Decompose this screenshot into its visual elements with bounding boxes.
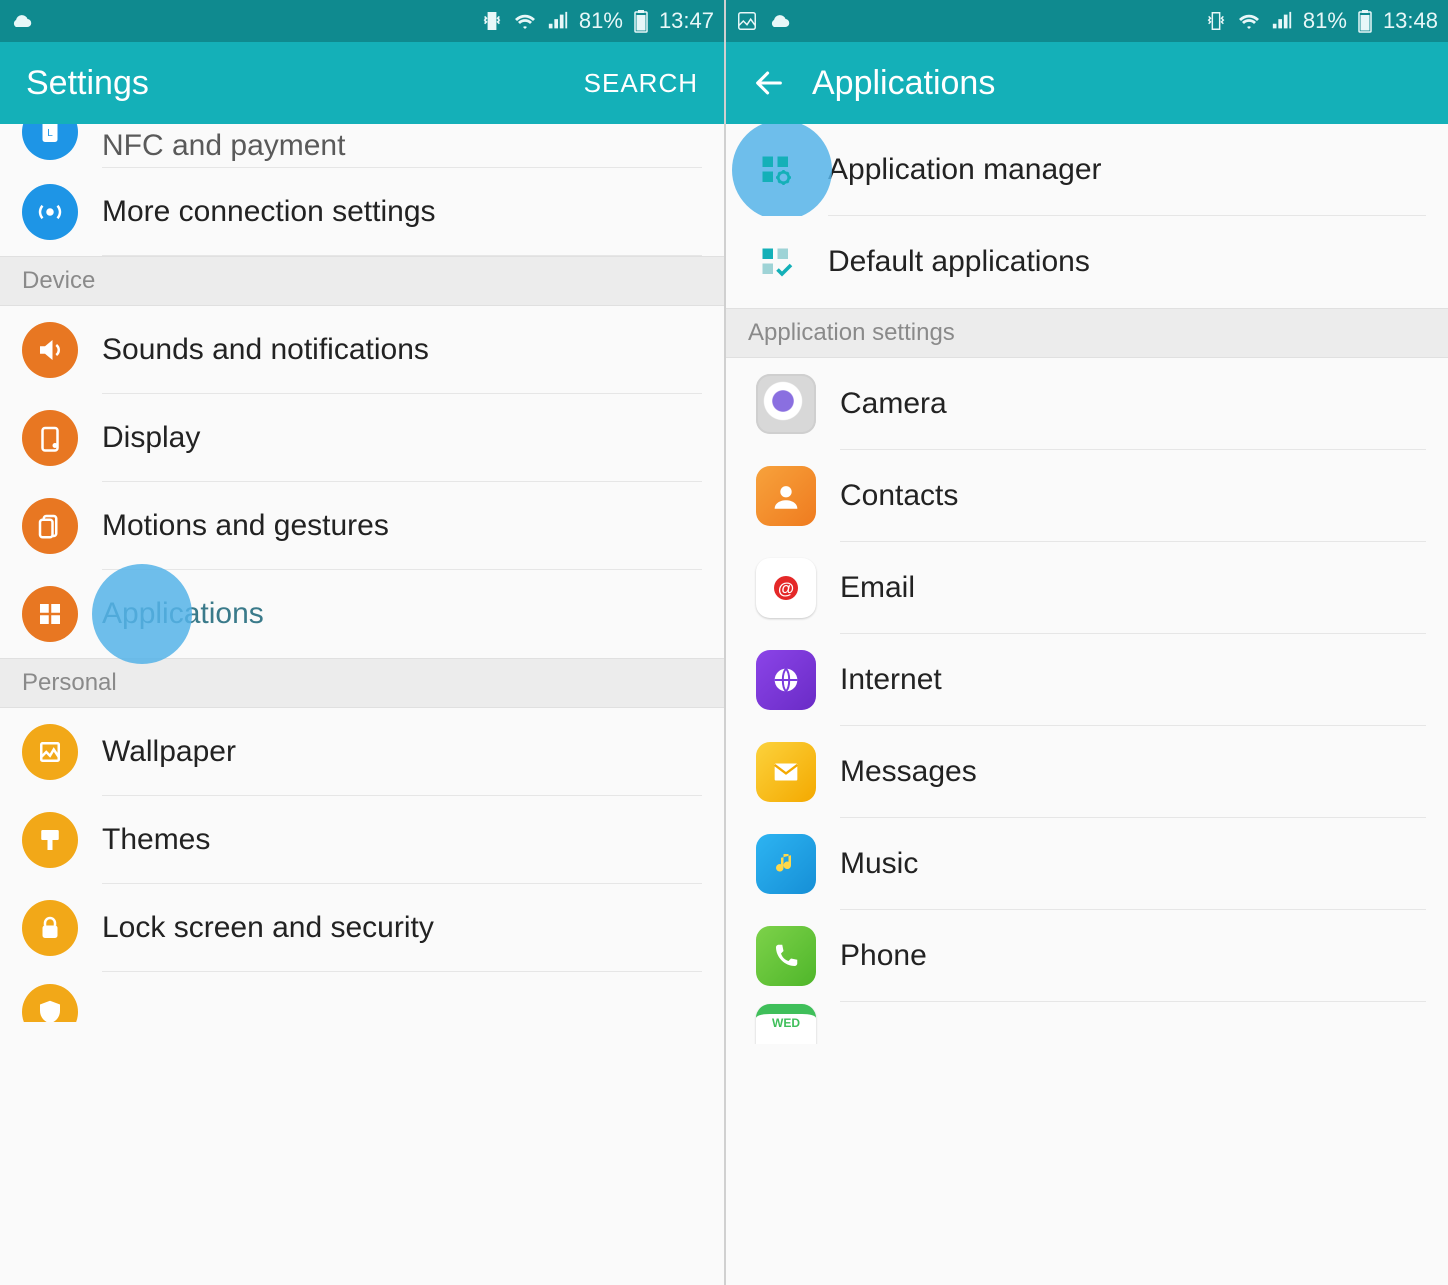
row-email[interactable]: @ Email	[726, 542, 1448, 634]
row-calendar-partial[interactable]: WED	[726, 1002, 1448, 1044]
row-label: Camera	[840, 358, 1426, 450]
page-title: Applications	[812, 64, 1422, 103]
row-label: Display	[102, 394, 702, 482]
lock-icon	[22, 900, 78, 956]
row-label: Sounds and notifications	[102, 306, 702, 394]
row-app-manager[interactable]: Application manager	[726, 124, 1448, 216]
row-themes[interactable]: Themes	[0, 796, 724, 884]
battery-percent: 81%	[1303, 8, 1347, 34]
row-label: Applications	[102, 570, 702, 658]
sound-icon	[22, 322, 78, 378]
status-bar: 81% 13:47	[0, 0, 724, 42]
row-label: Music	[840, 818, 1426, 910]
app-bar: Settings SEARCH	[0, 42, 724, 124]
status-bar: 81% 13:48	[726, 0, 1448, 42]
default-apps-icon	[748, 234, 804, 290]
row-label: Application manager	[828, 124, 1426, 216]
row-lock-screen[interactable]: Lock screen and security	[0, 884, 724, 972]
row-label: Phone	[840, 910, 1426, 1002]
row-label: Messages	[840, 726, 1426, 818]
vibrate-icon	[481, 10, 503, 32]
app-bar: Applications	[726, 42, 1448, 124]
wallpaper-icon	[22, 724, 78, 780]
row-label: Internet	[840, 634, 1426, 726]
row-music[interactable]: Music	[726, 818, 1448, 910]
themes-icon	[22, 812, 78, 868]
row-display[interactable]: Display	[0, 394, 724, 482]
page-title: Settings	[26, 64, 584, 103]
nfc-icon: L	[22, 124, 78, 160]
row-applications[interactable]: Applications	[0, 570, 724, 658]
row-messages[interactable]: Messages	[726, 726, 1448, 818]
back-button[interactable]	[752, 66, 786, 100]
row-label: Email	[840, 542, 1426, 634]
settings-list[interactable]: L NFC and payment More connection settin…	[0, 124, 724, 1285]
section-personal: Personal	[0, 658, 724, 708]
clock: 13:47	[659, 8, 714, 34]
clock: 13:48	[1383, 8, 1438, 34]
phone-icon	[756, 926, 816, 986]
music-icon	[756, 834, 816, 894]
internet-icon	[756, 650, 816, 710]
cloud-icon	[10, 9, 34, 33]
row-internet[interactable]: Internet	[726, 634, 1448, 726]
wifi-icon	[513, 9, 537, 33]
row-label: Default applications	[828, 216, 1426, 308]
row-sounds[interactable]: Sounds and notifications	[0, 306, 724, 394]
row-camera[interactable]: Camera	[726, 358, 1448, 450]
cloud-icon	[768, 9, 792, 33]
battery-icon	[1357, 9, 1373, 33]
battery-icon	[633, 9, 649, 33]
row-more-connection[interactable]: More connection settings	[0, 168, 724, 256]
svg-text:L: L	[47, 128, 53, 139]
row-default-apps[interactable]: Default applications	[726, 216, 1448, 308]
row-label: More connection settings	[102, 168, 702, 256]
email-icon: @	[756, 558, 816, 618]
row-label	[840, 1002, 1426, 1044]
search-button[interactable]: SEARCH	[584, 68, 698, 99]
svg-text:@: @	[778, 580, 794, 598]
image-icon	[736, 10, 758, 32]
section-app-settings: Application settings	[726, 308, 1448, 358]
row-label: Contacts	[840, 450, 1426, 542]
camera-icon	[756, 374, 816, 434]
vibrate-icon	[1205, 10, 1227, 32]
row-label: Motions and gestures	[102, 482, 702, 570]
row-label	[102, 972, 702, 1022]
more-connection-icon	[22, 184, 78, 240]
row-label: Wallpaper	[102, 708, 702, 796]
applications-screen: 81% 13:48 Applications Application manag…	[724, 0, 1448, 1285]
row-nfc[interactable]: L NFC and payment	[0, 124, 724, 168]
messages-icon	[756, 742, 816, 802]
privacy-icon	[22, 984, 78, 1022]
battery-percent: 81%	[579, 8, 623, 34]
applications-icon	[22, 586, 78, 642]
row-label: NFC and payment	[102, 124, 702, 168]
row-phone[interactable]: Phone	[726, 910, 1448, 1002]
app-manager-icon	[748, 142, 804, 198]
row-label: Lock screen and security	[102, 884, 702, 972]
contacts-icon	[756, 466, 816, 526]
display-icon	[22, 410, 78, 466]
signal-icon	[547, 10, 569, 32]
row-privacy-partial[interactable]	[0, 972, 724, 1022]
signal-icon	[1271, 10, 1293, 32]
row-contacts[interactable]: Contacts	[726, 450, 1448, 542]
motions-icon	[22, 498, 78, 554]
row-wallpaper[interactable]: Wallpaper	[0, 708, 724, 796]
settings-screen: 81% 13:47 Settings SEARCH L NFC and paym…	[0, 0, 724, 1285]
row-label: Themes	[102, 796, 702, 884]
section-device: Device	[0, 256, 724, 306]
row-motions[interactable]: Motions and gestures	[0, 482, 724, 570]
calendar-badge: WED	[772, 1016, 800, 1030]
calendar-icon: WED	[756, 1004, 816, 1044]
wifi-icon	[1237, 9, 1261, 33]
applications-list[interactable]: Application manager Default applications…	[726, 124, 1448, 1285]
